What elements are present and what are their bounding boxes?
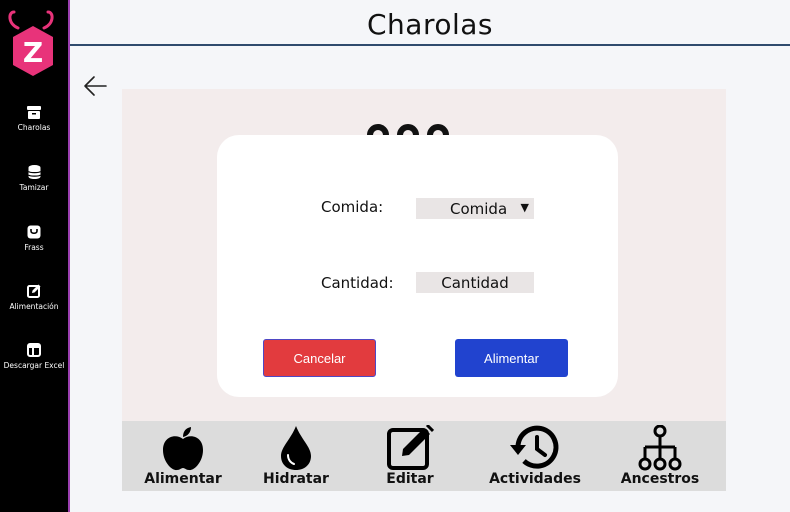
food-select[interactable]: Comida ▼: [416, 198, 534, 219]
tool-hidratar[interactable]: Hidratar: [250, 421, 342, 491]
tool-label: Hidratar: [263, 471, 329, 487]
sidebar-item-descargar-excel[interactable]: Descargar Excel: [0, 343, 68, 370]
cancel-button[interactable]: Cancelar: [263, 339, 376, 377]
water-drop-icon: [281, 426, 311, 470]
tool-label: Ancestros: [620, 471, 700, 487]
food-label: Comida:: [321, 198, 384, 216]
hierarchy-icon: [638, 425, 682, 471]
sidebar-item-label: Charolas: [17, 123, 51, 132]
database-icon: [27, 165, 41, 179]
app-logo[interactable]: Z: [4, 6, 62, 78]
tool-actividades[interactable]: Actividades: [484, 421, 586, 491]
tool-label: Alimentar: [144, 471, 222, 487]
sidebar-item-charolas[interactable]: Charolas: [0, 106, 68, 132]
edit-icon: [387, 425, 434, 470]
history-icon: [510, 425, 559, 469]
feed-dialog: Comida: Comida ▼ Cantidad: Cancelar Alim…: [217, 135, 618, 397]
feed-button[interactable]: Alimentar: [455, 339, 568, 377]
quantity-input[interactable]: [416, 272, 534, 293]
sidebar-item-label: Frass: [24, 243, 44, 252]
caret-down-icon: ▼: [520, 201, 529, 214]
quantity-label: Cantidad:: [321, 274, 394, 292]
sidebar-item-label: Tamizar: [19, 183, 49, 192]
edit-square-icon: [27, 284, 41, 298]
back-arrow-icon[interactable]: [82, 74, 108, 98]
sidebar-item-alimentacion[interactable]: Alimentación: [0, 284, 68, 311]
sidebar-item-tamizar[interactable]: Tamizar: [0, 165, 68, 192]
sidebar-item-label: Descargar Excel: [3, 361, 65, 370]
tool-editar[interactable]: Editar: [364, 421, 456, 491]
table-icon: [27, 343, 41, 357]
apple-icon: [163, 427, 203, 471]
tool-ancestros[interactable]: Ancestros: [614, 421, 706, 491]
archive-icon: [27, 106, 41, 119]
sidebar-item-label: Alimentación: [9, 302, 59, 311]
tool-label: Actividades: [489, 471, 581, 487]
action-toolbar: Alimentar Hidratar Editar Actividades An…: [122, 421, 726, 491]
svg-text:Z: Z: [23, 36, 43, 69]
tool-alimentar[interactable]: Alimentar: [136, 421, 230, 491]
page-title: Charolas: [366, 8, 493, 41]
food-select-value: Comida: [450, 200, 508, 218]
sidebar: Z Charolas Tamizar Frass Alimentación De…: [0, 0, 70, 512]
tool-label: Editar: [386, 471, 434, 487]
bag-icon: [27, 225, 41, 239]
sidebar-item-frass[interactable]: Frass: [0, 225, 68, 252]
header-divider: [70, 44, 790, 46]
